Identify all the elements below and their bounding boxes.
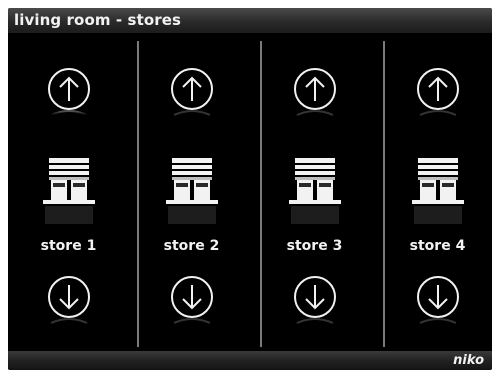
store-label: store 2 (163, 238, 220, 254)
store-4-up-button[interactable] (415, 67, 461, 127)
footer-bar: niko (8, 351, 492, 370)
arrow-down-circle-icon (48, 276, 90, 324)
store-2-up-button[interactable] (169, 67, 215, 127)
title-bar: living room - stores (8, 8, 492, 33)
store-column: store 4 (377, 33, 492, 351)
arrow-down-circle-icon (417, 276, 459, 324)
arrow-up-circle-icon (171, 68, 213, 116)
store-3-up-button[interactable] (292, 67, 338, 127)
store-label: store 3 (286, 238, 343, 254)
stores-panel: store 1 store 2 store 3 store 4 (8, 33, 492, 351)
arrow-down-circle-icon (294, 276, 336, 324)
window-blind-icon (412, 158, 464, 228)
store-label: store 4 (409, 238, 466, 254)
store-3-down-button[interactable] (292, 275, 338, 335)
touch-screen: living room - stores store 1 store 2 sto… (8, 8, 492, 370)
window-blind-icon (43, 158, 95, 228)
store-2-down-button[interactable] (169, 275, 215, 335)
page-title: living room - stores (14, 11, 182, 29)
brand-logo: niko (453, 353, 484, 368)
store-1-up-button[interactable] (46, 67, 92, 127)
store-column: store 2 (131, 33, 252, 351)
arrow-down-circle-icon (171, 276, 213, 324)
store-column: store 3 (254, 33, 375, 351)
device-frame: living room - stores store 1 store 2 sto… (0, 0, 500, 378)
store-1-down-button[interactable] (46, 275, 92, 335)
store-label: store 1 (40, 238, 97, 254)
window-blind-icon (289, 158, 341, 228)
store-column: store 1 (8, 33, 129, 351)
arrow-up-circle-icon (48, 68, 90, 116)
store-4-down-button[interactable] (415, 275, 461, 335)
arrow-up-circle-icon (294, 68, 336, 116)
arrow-up-circle-icon (417, 68, 459, 116)
window-blind-icon (166, 158, 218, 228)
